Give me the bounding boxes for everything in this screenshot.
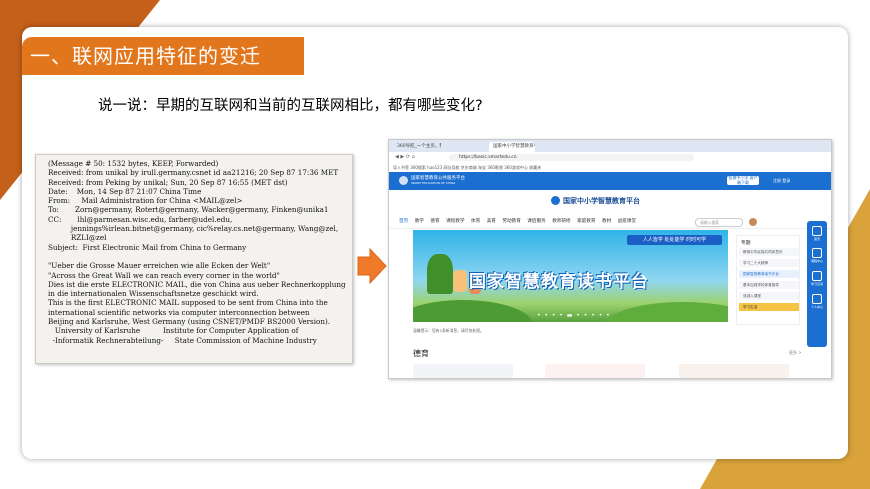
topic-item[interactable]: 国家智慧教育读书平台 [739,270,799,278]
avatar[interactable] [749,218,757,226]
nav-buttons-icon[interactable]: ◀ ▶ ⟳ ⌂ [395,154,415,160]
nav-item[interactable]: 体育 [471,219,480,224]
email-line: jennings%irlean.bitnet@germany, cic%rela… [48,224,339,234]
tab-360-nav[interactable]: 360导航_一个主页，整个世界 [393,142,441,152]
banner-title: 国家智慧教育读书平台 [469,272,649,292]
email-line: To: Zorn@germany, Rotert@germany, Wacker… [48,205,329,215]
platform-name: 国家中小学智慧教育平台 [563,197,640,205]
nav-item[interactable]: 劳动教育 [502,219,520,224]
site-logo-en: SMART EDUCATION OF CHINA [411,181,456,185]
address-bar[interactable]: https://basic.smartedu.cn [449,154,694,161]
email-line: CC: lhl@parmesan.wisc.edu, farber@udel.e… [48,214,233,224]
carousel-dots[interactable]: • • • • ▬ • • • • • [537,312,611,319]
site-search-input[interactable]: 请输入搜索 [695,218,743,227]
more-link[interactable]: 更多 > [789,350,802,356]
content-card[interactable] [679,364,789,378]
banner-tree [427,254,453,294]
email-line: "Across the Great Wall we can reach ever… [48,270,280,280]
rail-study-icon[interactable] [812,271,822,281]
rail-label: 首页 [813,237,820,241]
email-line: Dies ist die erste ELECTRONIC MAIL, die … [48,279,346,289]
slide-title: 一、联网应用特征的变迁 [30,44,261,68]
rail-user-icon[interactable] [812,294,822,304]
email-line: RZLI@zel [48,233,107,243]
slide-question: 说一说：早期的互联网和当前的互联网相比，都有哪些变化? [98,98,483,114]
nav-item[interactable]: 课后服务 [527,219,545,224]
rail-label: 课程中心 [810,259,823,263]
banner-slogan: 人人皆学 处处能学 时时可学 [627,235,722,245]
nav-item[interactable]: 教学 [415,219,424,224]
site-logo-icon [399,176,408,185]
email-line: Received: from Peking by unikal; Sun, 20… [48,177,288,187]
banner-hill [413,300,533,322]
first-email-image: (Message # 50: 1532 bytes, KEEP, Forward… [35,154,353,364]
content-card[interactable] [545,364,645,378]
rail-label: 个人中心 [810,305,823,309]
email-line: "Ueber die Grosse Mauer erreichen wie al… [48,261,271,271]
arrow-right-icon [357,247,387,285]
nav-item[interactable]: 课程教学 [446,219,464,224]
banner-child-figure [453,270,467,292]
topic-item[interactable]: 学习二十大精神 [739,259,799,267]
email-line: in die internationalen Wissenschaftsnetz… [48,289,259,299]
rail-home-icon[interactable] [812,226,822,236]
tab-smartedu[interactable]: 国家中小学智慧教育平台 [489,142,535,152]
email-line [48,252,346,261]
notice-text: 温馨提示：您有1条新消息，请尽快处理。 [413,328,484,333]
nav-item[interactable]: 教师研修 [552,219,570,224]
email-line: -Informatik Rechnerabteilung- State Comm… [48,335,317,345]
login-links[interactable]: 注册 登录 [773,178,790,184]
nav-menu: 首页 教学 德育 课程教学 体育 美育 劳动教育 课后服务 教师研修 家庭教育 教材 战疫课堂 [399,218,643,224]
nav-item[interactable]: 战疫课堂 [618,219,636,224]
topic-item[interactable]: 双减入课堂 [739,292,799,300]
email-text: (Message # 50: 1532 bytes, KEEP, Forward… [48,159,346,345]
topic-item[interactable]: 教育中华民族共同体意识 [739,248,799,256]
nav-item[interactable]: 美育 [487,219,496,224]
site-logo-text: 国家智慧教育公共服务平台 SMART EDUCATION OF CHINA [411,176,465,186]
email-line: Beijing and Karlsruhe, West Germany (usi… [48,317,331,327]
rail-label: 学习空间 [810,282,823,286]
email-line: From: Mail Administration for China <MAI… [48,196,243,206]
nav-item[interactable]: 家庭教育 [577,219,595,224]
section-title-moral: 德育 [413,349,429,358]
rail-course-icon[interactable] [812,248,822,258]
browser-screenshot: 360导航_一个主页，整个世界 国家中小学智慧教育平台 ◀ ▶ ⟳ ⌂ http… [388,139,832,379]
email-line: Received: from unikal by irull.germany.c… [48,168,339,178]
email-line: This is the first ELECTRONIC MAIL suppos… [48,298,328,308]
email-line: (Message # 50: 1532 bytes, KEEP, Forward… [48,159,219,168]
topic-item[interactable]: 学习生活 [739,303,799,311]
content-card[interactable] [413,364,513,378]
email-line: University of Karlsruhe Institute for Co… [48,326,299,336]
client-download-button[interactable]: 智慧中小学 客户端下载 [727,175,759,185]
email-line: international scientific networks via co… [48,307,310,317]
email-line: Date: Mon, 14 Sep 87 21:07 China Time [48,186,202,196]
nav-item[interactable]: 德育 [430,219,439,224]
banner-hill [603,302,728,322]
email-line: Subject: First Electronic Mail from Chin… [48,242,247,252]
topic-item[interactable]: 基本加强学校体育指导 [739,281,799,289]
tab-bar [389,140,831,152]
platform-logo-icon [551,196,560,205]
nav-item[interactable]: 教材 [602,219,611,224]
nav-item[interactable]: 首页 [399,219,408,224]
topic-panel-title: 专题 [741,241,751,246]
